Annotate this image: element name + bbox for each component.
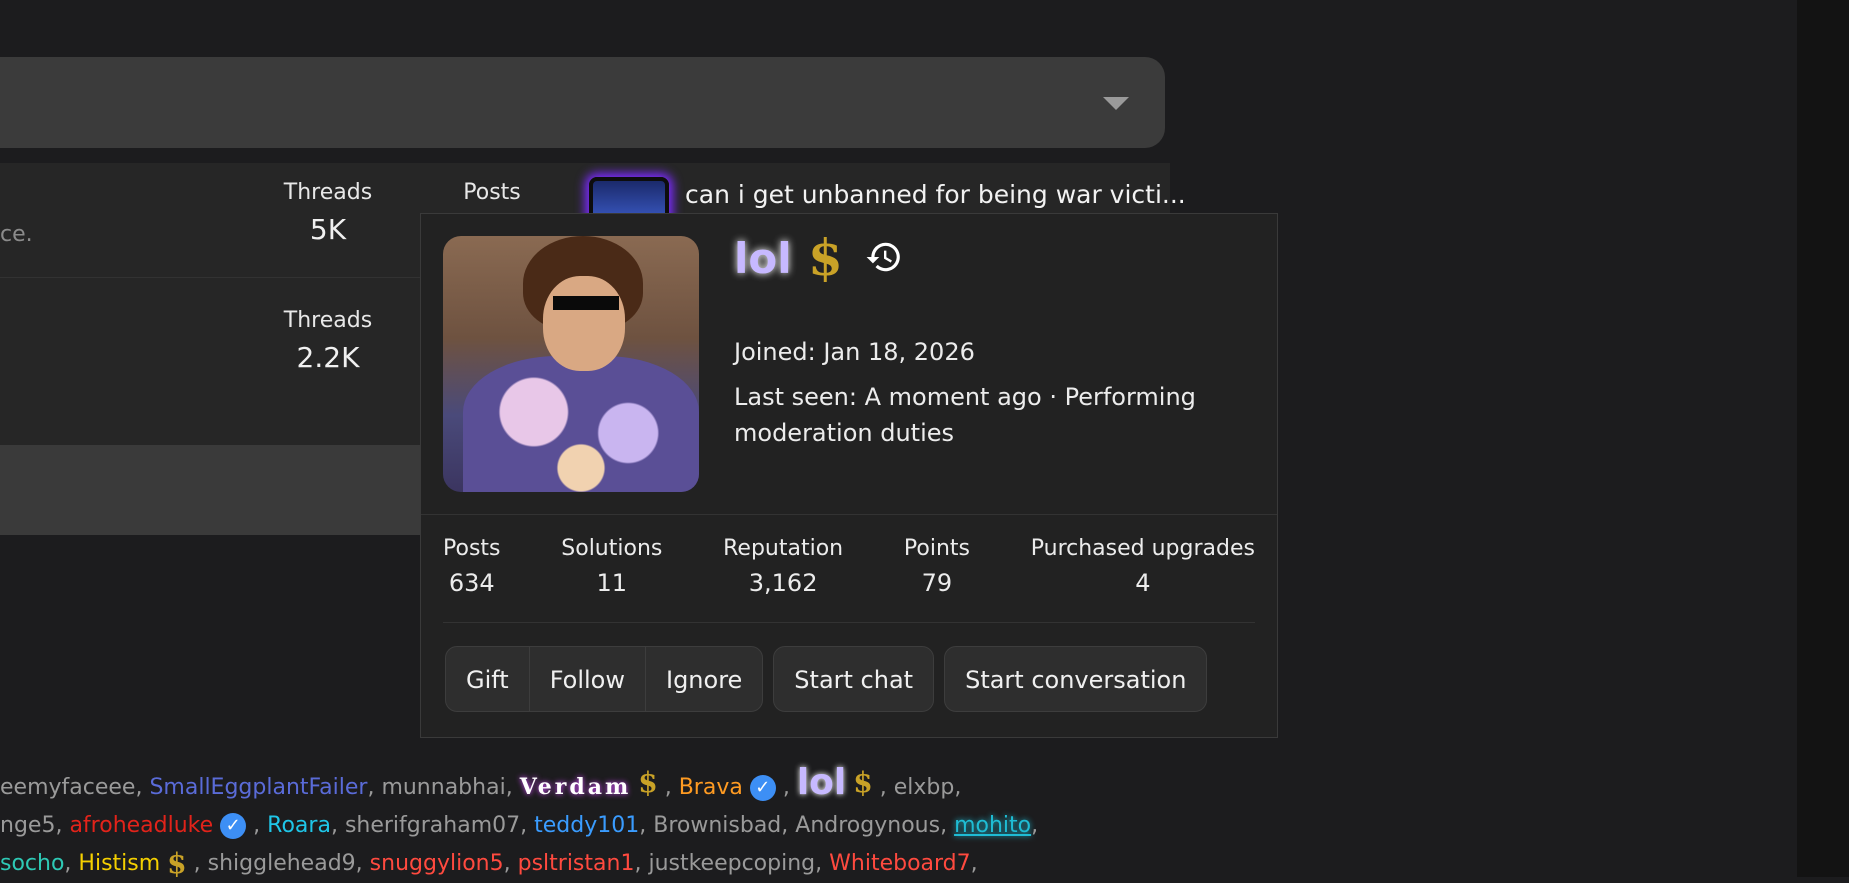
member-tooltip-card: lol $ Joined: Jan 18, 2026 Last seen: A … — [420, 213, 1278, 738]
avatar-shirt — [463, 356, 699, 492]
user-link[interactable]: elxbp — [894, 775, 955, 800]
dollar-icon: $ — [808, 228, 843, 287]
forum-stat-threads: Threads 2.2K — [268, 308, 388, 374]
user-link[interactable]: shigglehead9 — [208, 851, 356, 876]
action-group: Start conversation — [944, 646, 1208, 712]
stat-label: Purchased upgrades — [1030, 536, 1255, 561]
stat-reputation[interactable]: Reputation 3,162 — [723, 536, 843, 597]
user-link[interactable]: snuggylion5 — [370, 851, 504, 876]
user-link[interactable]: sherifgraham07 — [345, 813, 520, 838]
joined-date: Joined: Jan 18, 2026 — [734, 338, 975, 366]
dollar-icon: $ — [638, 766, 658, 799]
stat-label: Solutions — [561, 536, 663, 561]
chevron-down-icon[interactable] — [1103, 97, 1129, 110]
user-link[interactable]: justkeepcoping — [648, 851, 815, 876]
user-link[interactable]: socho — [0, 851, 64, 876]
stat-value: 2.2K — [296, 341, 360, 374]
verified-icon: ✓ — [220, 813, 247, 839]
stat-points[interactable]: Points 79 — [904, 536, 970, 597]
user-link[interactable]: lol — [797, 762, 846, 803]
user-link[interactable]: Brownisbad — [653, 813, 781, 838]
user-link[interactable]: Whiteboard7 — [829, 851, 971, 876]
stat-value: 79 — [921, 569, 953, 597]
user-link[interactable]: Histism — [78, 851, 160, 876]
member-stats: Posts 634 Solutions 11 Reputation 3,162 … — [443, 536, 1255, 597]
user-link[interactable]: SmallEggplantFailer — [149, 775, 367, 800]
divider — [421, 514, 1277, 515]
action-group: Gift Follow Ignore — [445, 646, 764, 712]
gift-button[interactable]: Gift — [446, 647, 529, 711]
stat-solutions[interactable]: Solutions 11 — [561, 536, 662, 597]
user-link[interactable]: eemyfaceee — [0, 775, 135, 800]
follow-button[interactable]: Follow — [528, 647, 645, 711]
stat-value: 3,162 — [748, 569, 818, 597]
avatar[interactable] — [443, 236, 699, 492]
stat-label: Threads — [283, 180, 373, 205]
user-link[interactable]: afroheadluke — [69, 813, 213, 838]
forum-selector-dropdown[interactable] — [0, 57, 1165, 148]
dollar-icon: $ — [167, 847, 187, 880]
online-users-list: eemyfaceee, SmallEggplantFailer, munnabh… — [0, 764, 1200, 883]
history-icon[interactable] — [865, 238, 903, 276]
avatar-glasses — [553, 296, 619, 310]
stat-value: 634 — [448, 569, 495, 597]
avatar-face — [543, 276, 625, 371]
stat-label: Threads — [283, 308, 373, 333]
online-users-line: nge5, afroheadluke ✓ , Roara, sherifgrah… — [0, 813, 1039, 839]
username-badge[interactable]: lol — [734, 234, 792, 283]
stat-posts[interactable]: Posts 634 — [443, 536, 501, 597]
online-users-line: socho, Histism $ , shigglehead9, snuggyl… — [0, 845, 1200, 883]
forum-description: ce. — [0, 222, 33, 247]
section-header-bar — [0, 445, 430, 535]
user-link[interactable]: teddy101 — [534, 813, 639, 838]
ignore-button[interactable]: Ignore — [644, 647, 762, 711]
online-users-line: eemyfaceee, SmallEggplantFailer, munnabh… — [0, 762, 962, 803]
last-seen: Last seen: A moment ago · Performing mod… — [734, 383, 1196, 447]
stat-label: Reputation — [723, 536, 844, 561]
stat-value: 5K — [309, 213, 347, 246]
verified-icon: ✓ — [749, 775, 776, 801]
member-actions: Gift Follow Ignore Start chat Start conv… — [445, 646, 1217, 712]
stat-label: Points — [903, 536, 970, 561]
start-conversation-button[interactable]: Start conversation — [945, 647, 1206, 711]
stat-value: 11 — [596, 569, 628, 597]
divider — [443, 622, 1255, 623]
user-link[interactable]: Verdam — [520, 774, 632, 800]
user-link[interactable]: Roara — [267, 813, 331, 838]
user-link[interactable]: mohito — [954, 813, 1031, 838]
action-group: Start chat — [773, 646, 935, 712]
dollar-icon: $ — [853, 766, 873, 799]
start-chat-button[interactable]: Start chat — [774, 647, 933, 711]
stat-label: Posts — [443, 536, 501, 561]
stat-purchased-upgrades[interactable]: Purchased upgrades 4 — [1031, 536, 1255, 597]
right-gutter — [1797, 0, 1849, 877]
user-link[interactable]: psltristan1 — [518, 851, 635, 876]
latest-thread-link[interactable]: can i get unbanned for being war victi..… — [685, 180, 1186, 209]
stat-value: 4 — [1135, 569, 1151, 597]
forum-stat-threads: Threads 5K — [268, 180, 388, 246]
forum-stat-posts: Posts — [432, 180, 552, 205]
user-link[interactable]: munnabhai — [381, 775, 505, 800]
stat-label: Posts — [463, 180, 521, 205]
user-link[interactable]: nge5 — [0, 813, 55, 838]
user-link[interactable]: Brava — [679, 775, 743, 800]
user-link[interactable]: Androgynous — [795, 813, 940, 838]
